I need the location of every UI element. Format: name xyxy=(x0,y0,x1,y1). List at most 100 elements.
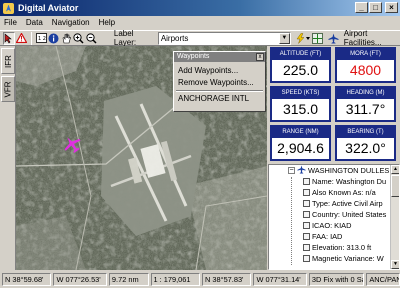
airport-icon xyxy=(297,165,306,174)
property-icon xyxy=(303,222,310,229)
status-lat-2: N 38°57.83' xyxy=(202,273,252,286)
pan-tool[interactable] xyxy=(60,32,71,45)
title-bar: Digital Aviator _ □ × xyxy=(0,0,400,16)
zoom-out-icon xyxy=(86,32,97,44)
grid-tool[interactable]: 1 2 xyxy=(35,32,47,45)
close-icon[interactable]: x xyxy=(256,53,264,61)
property-icon xyxy=(303,189,310,196)
waypoints-popup-title: Waypoints x xyxy=(174,52,265,62)
tree-item-label: Also Known As: n/a xyxy=(312,188,376,197)
lightning-icon xyxy=(296,32,310,44)
tree-item[interactable]: Name: Washington Du xyxy=(303,176,386,187)
zoom-out-tool[interactable] xyxy=(85,32,97,45)
tree-item-label: FAA: IAD xyxy=(312,232,343,241)
tree-item[interactable]: ICAO: KIAD xyxy=(303,220,351,231)
bearing-label: BEARING (T) xyxy=(337,127,394,138)
menu-navigation[interactable]: Navigation xyxy=(52,18,90,27)
pointer-arrow-icon xyxy=(4,32,12,43)
scroll-down-icon[interactable]: ▼ xyxy=(391,260,399,269)
altitude-value: 225.0 xyxy=(282,62,319,78)
tree-root[interactable]: WASHINGTON DULLES IN xyxy=(297,165,399,176)
tree-item-label: ICAO: KIAD xyxy=(312,221,352,230)
status-distance: 9.72 nm xyxy=(108,273,149,286)
tree-item[interactable]: Elevation: 313.0 ft xyxy=(303,242,371,253)
airport-facilities-tool[interactable] xyxy=(327,32,339,45)
crosshair-icon xyxy=(312,32,323,44)
property-icon xyxy=(303,255,310,262)
heading-label: HEADING (M) xyxy=(337,88,394,99)
menu-data[interactable]: Data xyxy=(26,18,43,27)
mora-value: 4800 xyxy=(349,62,382,78)
airport-facilities-button[interactable]: Airport Facilities... xyxy=(344,29,400,47)
tab-ifr-label: IFR xyxy=(3,54,13,68)
instrument-panel: ALTITUDE (FT) 225.0 MORA (FT) 4800 SPEED… xyxy=(268,46,400,163)
warning-triangle-icon xyxy=(16,33,28,43)
menu-help[interactable]: Help xyxy=(99,18,115,27)
menu-bar: File Data Navigation Help xyxy=(0,16,400,29)
speed-box: SPEED (KTS) 315.0 xyxy=(270,86,331,122)
range-box: RANGE (NM) 2,904.6 xyxy=(270,125,331,161)
close-button[interactable]: × xyxy=(385,2,398,13)
tree-item-label: Name: Washington Du xyxy=(312,177,387,186)
app-icon xyxy=(3,2,14,14)
menu-separator xyxy=(176,90,263,92)
lightning-tool[interactable] xyxy=(295,32,311,45)
hand-icon xyxy=(62,33,71,43)
range-label: RANGE (NM) xyxy=(272,127,329,138)
status-bar: N 38°59.68' W 077°26.53' 9.72 nm 1 : 179… xyxy=(0,271,400,288)
status-gps: 3D Fix with 0 Sats xyxy=(308,273,365,286)
collapse-icon[interactable]: − xyxy=(288,167,295,174)
aircraft-icon xyxy=(64,137,81,153)
heading-box: HEADING (M) 311.7° xyxy=(335,86,396,122)
status-lat-1: N 38°59.68' xyxy=(2,273,52,286)
tree-connector xyxy=(291,177,292,265)
scroll-thumb[interactable] xyxy=(391,175,399,197)
add-waypoints-item[interactable]: Add Waypoints... xyxy=(174,65,265,77)
maximize-button[interactable]: □ xyxy=(369,2,382,13)
menu-file[interactable]: File xyxy=(4,18,17,27)
chevron-down-icon[interactable]: ▼ xyxy=(278,32,290,44)
tree-item[interactable]: Country: United States xyxy=(303,209,386,220)
mora-label: MORA (FT) xyxy=(337,49,394,60)
info-tool[interactable] xyxy=(48,32,59,45)
property-icon xyxy=(303,211,310,218)
tree-item-label: Country: United States xyxy=(312,210,387,219)
tree-item-label: Magnetic Variance: W xyxy=(312,254,384,263)
caution-tool[interactable] xyxy=(16,32,28,45)
property-icon xyxy=(303,178,310,185)
waypoint-item[interactable]: ANCHORAGE INTL xyxy=(174,93,265,105)
waypoints-popup: Waypoints x Add Waypoints... Remove Wayp… xyxy=(173,51,266,112)
altitude-label: ALTITUDE (FT) xyxy=(272,49,329,60)
label-layer-label: Label Layer: xyxy=(113,29,137,47)
heading-value: 311.7° xyxy=(345,101,386,117)
tree-item[interactable]: Type: Active Civil Airp xyxy=(303,198,383,209)
airport-info-tree[interactable]: − WASHINGTON DULLES IN Name: Washington … xyxy=(268,164,400,270)
minimize-button[interactable]: _ xyxy=(355,2,368,13)
status-lon-1: W 077°26.53' xyxy=(53,273,107,286)
status-airport: ANC/PANC xyxy=(366,273,400,286)
property-icon xyxy=(303,244,310,251)
tree-item-label: Type: Active Civil Airp xyxy=(312,199,383,208)
tree-item[interactable]: Also Known As: n/a xyxy=(303,187,376,198)
range-value: 2,904.6 xyxy=(277,140,324,156)
speed-label: SPEED (KTS) xyxy=(272,88,329,99)
remove-waypoints-item[interactable]: Remove Waypoints... xyxy=(174,77,265,89)
label-layer-dropdown[interactable]: Airports ▼ xyxy=(157,31,291,45)
select-arrow-tool[interactable] xyxy=(3,31,15,45)
svg-text:1 2: 1 2 xyxy=(38,36,46,42)
tab-vfr[interactable]: VFR xyxy=(1,76,15,102)
property-icon xyxy=(303,233,310,240)
tab-ifr[interactable]: IFR xyxy=(1,48,15,74)
tree-root-label: WASHINGTON DULLES IN xyxy=(308,166,399,175)
property-icon xyxy=(303,200,310,207)
zoom-in-tool[interactable] xyxy=(73,32,84,45)
label-layer-value: Airports xyxy=(160,33,189,43)
tree-item[interactable]: Magnetic Variance: W xyxy=(303,253,384,264)
grid-icon: 1 2 xyxy=(35,33,47,43)
airport-icon xyxy=(328,33,339,43)
zoom-in-icon xyxy=(73,32,84,44)
scroll-up-icon[interactable]: ▲ xyxy=(391,165,399,174)
tree-item[interactable]: FAA: IAD xyxy=(303,231,342,242)
center-map-tool[interactable] xyxy=(312,32,323,45)
tree-scrollbar[interactable]: ▲ ▼ xyxy=(390,165,399,269)
